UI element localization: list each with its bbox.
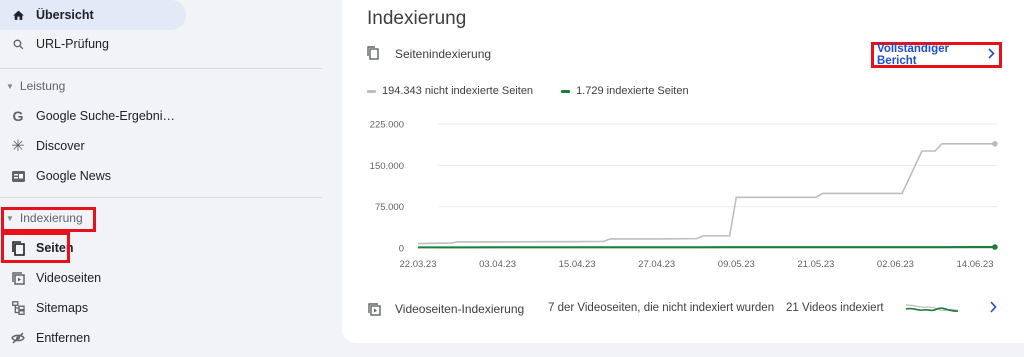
legend-entry-indexed[interactable]: 1.729 indexierte Seiten xyxy=(561,85,689,97)
section-label: Seitenindexierung xyxy=(395,47,492,61)
legend-swatch xyxy=(367,89,376,93)
chart-series xyxy=(417,141,998,250)
chevron-right-icon xyxy=(987,48,995,62)
legend-label: 1.729 indexierte Seiten xyxy=(576,85,689,97)
sidebar-item-videoseiten[interactable]: Videoseiten xyxy=(0,263,330,293)
eye-off-icon xyxy=(10,330,26,346)
series-line-not-indexed xyxy=(417,143,995,245)
indexing-chart: 225.000 150.000 75.000 0 22.03.23 03.04.23 15… xyxy=(370,120,998,270)
chart-grid xyxy=(438,123,997,249)
section-title: Leistung xyxy=(19,79,66,93)
legend-entry-not-indexed[interactable]: 194.343 nicht indexierte Seiten xyxy=(367,85,533,97)
section-header-leistung[interactable]: ▼ Leistung xyxy=(0,74,65,98)
video-pages-icon xyxy=(368,303,381,319)
news-icon xyxy=(10,168,26,184)
legend-label: 194.343 nicht indexierte Seiten xyxy=(382,85,534,97)
y-tick-label: 225.000 xyxy=(370,120,404,131)
full-report-label: Vollständiger Bericht xyxy=(877,43,949,67)
chart-legend: 194.343 nicht indexierte Seiten 1.729 in… xyxy=(367,85,717,97)
x-tick-label: 27.04.23 xyxy=(638,259,675,270)
sidebar-item-google-news[interactable]: Google News xyxy=(0,161,330,191)
sidebar-item-url-pruefung[interactable]: URL-Prüfung xyxy=(0,29,330,59)
pages-icon xyxy=(367,46,381,62)
legend-swatch xyxy=(561,89,571,93)
video-pages-icon xyxy=(10,270,26,286)
divider xyxy=(0,197,322,198)
series-endpoint xyxy=(992,141,998,147)
sidebar-item-sitemaps[interactable]: Sitemaps xyxy=(0,293,330,323)
sidebar-item-label: Übersicht xyxy=(36,8,94,22)
x-tick-label: 09.05.23 xyxy=(718,259,755,270)
x-tick-label: 21.05.23 xyxy=(797,259,834,270)
sidebar-item-uebersicht[interactable]: Übersicht xyxy=(0,0,186,30)
sidebar-item-discover[interactable]: ✳ Discover xyxy=(0,131,330,161)
video-indexing-title: Videoseiten-Indexierung xyxy=(395,302,525,316)
series-endpoint xyxy=(992,244,998,250)
home-icon xyxy=(10,7,26,23)
y-tick-label: 0 xyxy=(399,244,404,255)
sparkline xyxy=(905,304,959,312)
video-not-indexed-text: 7 der Videoseiten, die nicht indexiert w… xyxy=(548,302,775,314)
full-report-link[interactable]: Vollständiger Bericht xyxy=(871,42,1002,68)
x-tick-label: 14.06.23 xyxy=(957,259,994,270)
sidebar-item-label: URL-Prüfung xyxy=(36,37,109,51)
annotation-highlight-seiten xyxy=(1,232,70,263)
section-header-seitenindexierung: Seitenindexierung xyxy=(367,46,491,62)
video-indexing-row[interactable]: Videoseiten-Indexierung 7 der Videoseite… xyxy=(342,290,1024,330)
sidebar-item-google-suche[interactable]: G Google Suche-Ergebnis... xyxy=(0,101,330,131)
sidebar-item-entfernen[interactable]: Entfernen xyxy=(0,323,330,353)
divider xyxy=(0,68,322,69)
indexing-card: Indexierung Seitenindexierung Vollständi… xyxy=(342,0,1024,343)
sidebar: Übersicht URL-Prüfung ▼ Leistung G Googl… xyxy=(0,0,340,357)
annotation-highlight-indexierung xyxy=(1,207,96,232)
x-tick-label: 22.03.23 xyxy=(400,259,437,270)
chart-x-ticks: 22.03.23 03.04.23 15.04.23 27.04.23 09.05.23… xyxy=(400,259,994,270)
chart-y-ticks: 225.000 150.000 75.000 0 xyxy=(370,120,404,255)
sidebar-item-label: Google News xyxy=(36,169,112,183)
collapse-triangle-icon: ▼ xyxy=(6,81,14,91)
sitemap-icon xyxy=(10,300,26,316)
y-tick-label: 150.000 xyxy=(370,161,404,172)
x-tick-label: 03.04.23 xyxy=(479,259,516,270)
chevron-right-icon[interactable] xyxy=(989,301,997,316)
sidebar-item-label: Entfernen xyxy=(36,331,91,345)
sidebar-item-label: Videoseiten xyxy=(36,271,102,285)
sidebar-item-label: Sitemaps xyxy=(36,301,89,315)
x-tick-label: 15.04.23 xyxy=(559,259,596,270)
x-tick-label: 02.06.23 xyxy=(877,259,914,270)
video-indexed-text: 21 Videos indexiert xyxy=(786,302,884,314)
google-g-icon: G xyxy=(12,108,24,124)
asterisk-icon: ✳ xyxy=(11,138,25,155)
page-title: Indexierung xyxy=(367,8,467,29)
search-icon xyxy=(10,36,26,52)
sidebar-item-label: Discover xyxy=(36,139,85,153)
sidebar-item-label: Google Suche-Ergebnis... xyxy=(36,109,176,123)
y-tick-label: 75.000 xyxy=(375,202,404,213)
